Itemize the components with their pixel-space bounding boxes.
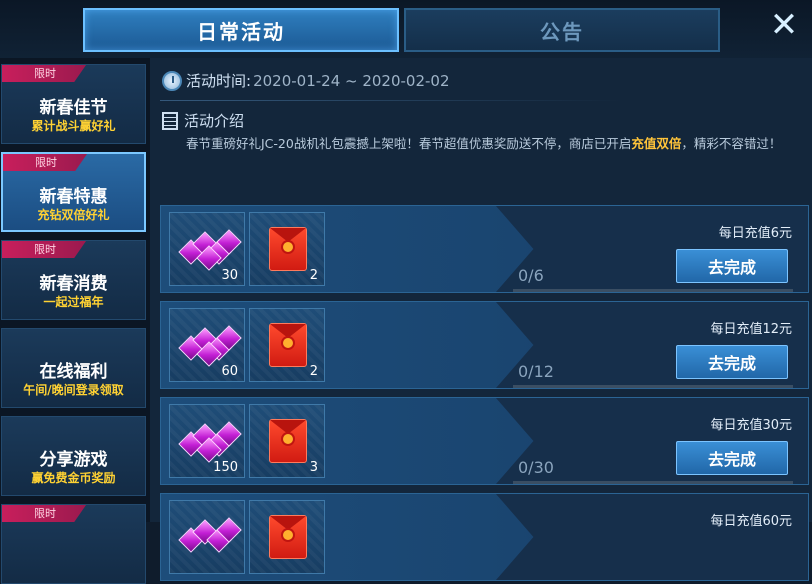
task-label: 每日充值60元 <box>710 514 792 529</box>
activity-time-row: 活动时间: 2020-01-24 ~ 2020-02-02 <box>162 70 450 91</box>
complete-button[interactable]: 去完成 <box>676 345 788 379</box>
gem-icon <box>178 421 242 463</box>
activity-panel: 活动时间: 2020-01-24 ~ 2020-02-02 活动介绍 春节重磅好… <box>150 58 812 581</box>
reward-gem-slot[interactable]: 150 <box>169 404 245 478</box>
limited-badge: 限时 <box>3 154 87 171</box>
limited-badge: 限时 <box>2 65 86 82</box>
reward-gem-slot[interactable]: 30 <box>169 212 245 286</box>
task-label: 每日充值30元 <box>710 418 792 433</box>
sidebar-item-spring-spending[interactable]: 限时 新春消费 一起过福年 <box>1 240 146 320</box>
reward-quantity: 2 <box>309 268 318 283</box>
tab-announcements[interactable]: 公告 <box>404 8 720 52</box>
reward-gem-slot[interactable] <box>169 500 245 574</box>
red-envelope-icon <box>269 323 307 367</box>
sidebar-item-title: 新春消费 <box>39 274 108 294</box>
sidebar-item-title: 新春佳节 <box>39 98 108 118</box>
sidebar-item-title: 在线福利 <box>39 362 108 382</box>
divider <box>160 100 622 101</box>
reward-quantity: 30 <box>221 268 238 283</box>
limited-badge: 限时 <box>2 241 86 258</box>
intro-text-end: ，精彩不容错过！ <box>681 136 782 151</box>
document-icon <box>162 111 178 130</box>
intro-text-start: 春节重磅好礼JC-20战机礼包震撼上架啦！春节超值优惠奖励送不停，商店已开启 <box>186 136 632 151</box>
gem-icon <box>178 325 242 367</box>
sidebar-item-subtitle: 一起过福年 <box>43 295 104 309</box>
reward-quantity: 2 <box>309 364 318 379</box>
sidebar-item-subtitle: 充钻双倍好礼 <box>37 208 110 222</box>
gem-icon <box>178 517 242 553</box>
sidebar-item-online-bonus[interactable]: 在线福利 午间/晚间登录领取 <box>1 328 146 408</box>
task-label: 每日充值6元 <box>718 226 792 241</box>
close-icon[interactable]: ✕ <box>768 8 800 42</box>
tab-daily-activities[interactable]: 日常活动 <box>83 8 399 52</box>
activity-intro-header: 活动介绍 <box>162 110 244 131</box>
task-progress: 0/6 <box>518 266 544 285</box>
task-progress-bar <box>513 385 793 388</box>
sidebar-item-title: 分享游戏 <box>39 450 108 470</box>
sidebar-item-title: 新春特惠 <box>39 187 108 207</box>
task-row: 每日充值60元 <box>160 493 809 581</box>
intro-highlight: 充值双倍 <box>631 136 682 151</box>
complete-button[interactable]: 去完成 <box>676 441 788 475</box>
task-progress-bar <box>513 289 793 292</box>
reward-gem-slot[interactable]: 60 <box>169 308 245 382</box>
task-label: 每日充值12元 <box>710 322 792 337</box>
sidebar-item-spring-deal[interactable]: 限时 新春特惠 充钻双倍好礼 <box>1 152 146 232</box>
activity-intro-text: 春节重磅好礼JC-20战机礼包震撼上架啦！春节超值优惠奖励送不停，商店已开启充值… <box>186 134 786 154</box>
task-progress-bar <box>513 481 793 484</box>
task-row: 150 3 0/30 每日充值30元 去完成 <box>160 397 809 485</box>
reward-envelope-slot[interactable]: 3 <box>249 404 325 478</box>
task-row: 30 2 0/6 每日充值6元 去完成 <box>160 205 809 293</box>
activity-time-label: 活动时间: <box>186 72 252 90</box>
sidebar-item-partial[interactable]: 限时 <box>1 504 146 584</box>
top-bar: 日常活动 公告 ✕ <box>0 0 812 58</box>
reward-envelope-slot[interactable]: 2 <box>249 308 325 382</box>
sidebar: 限时 新春佳节 累计战斗赢好礼 限时 新春特惠 充钻双倍好礼 限时 新春消费 一… <box>0 58 150 584</box>
task-progress: 0/12 <box>518 362 554 381</box>
gem-icon <box>178 229 242 271</box>
task-progress: 0/30 <box>518 458 554 477</box>
complete-button[interactable]: 去完成 <box>676 249 788 283</box>
activity-time-value: 2020-01-24 ~ 2020-02-02 <box>253 71 450 90</box>
reward-envelope-slot[interactable]: 2 <box>249 212 325 286</box>
reward-envelope-slot[interactable] <box>249 500 325 574</box>
task-row: 60 2 0/12 每日充值12元 去完成 <box>160 301 809 389</box>
reward-quantity: 60 <box>221 364 238 379</box>
clock-icon <box>162 70 182 91</box>
sidebar-item-subtitle: 午间/晚间登录领取 <box>23 383 124 397</box>
limited-badge: 限时 <box>2 505 86 522</box>
sidebar-item-share-game[interactable]: 分享游戏 赢免费金币奖励 <box>1 416 146 496</box>
red-envelope-icon <box>269 419 307 463</box>
sidebar-item-subtitle: 赢免费金币奖励 <box>31 471 116 485</box>
sidebar-item-subtitle: 累计战斗赢好礼 <box>31 119 116 133</box>
red-envelope-icon <box>269 227 307 271</box>
task-row-backdrop <box>496 494 808 580</box>
activity-intro-title: 活动介绍 <box>184 112 245 130</box>
reward-quantity: 150 <box>213 460 238 475</box>
reward-quantity: 3 <box>309 460 318 475</box>
sidebar-item-spring-festival[interactable]: 限时 新春佳节 累计战斗赢好礼 <box>1 64 146 144</box>
